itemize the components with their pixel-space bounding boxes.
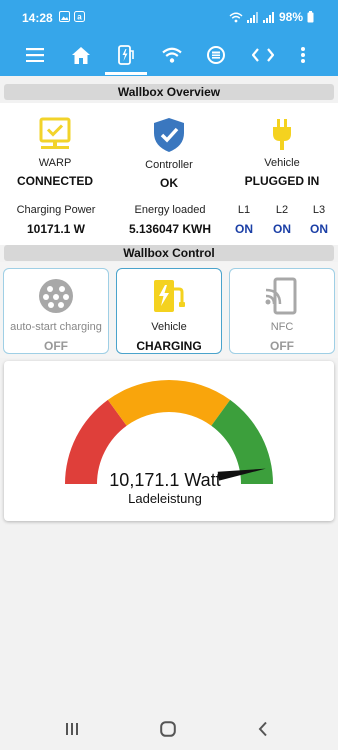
gauge-value: 10,171.1 Watt <box>109 470 221 490</box>
gauge-caption: Ladeleistung <box>128 491 202 506</box>
charging-power-gauge: 10,171.1 Watt Ladeleistung <box>4 361 334 521</box>
wifi-icon <box>162 47 182 63</box>
nfc-toggle[interactable]: NFC OFF <box>229 268 335 354</box>
phase-l1-label: L1 <box>237 204 251 216</box>
vehicle-label: Vehicle <box>264 157 300 169</box>
nfc-label: NFC <box>270 321 294 333</box>
overview-panel: WARP CONNECTED Controller OK Vehicle PLU… <box>0 103 338 245</box>
battery-icon <box>307 11 314 23</box>
gallery-notification-icon <box>59 11 70 22</box>
vehicle-control-value: CHARGING <box>136 339 202 353</box>
recent-apps-icon <box>66 723 78 735</box>
controller-label: Controller <box>145 159 193 171</box>
energy-loaded-label: Energy loaded <box>134 204 206 216</box>
svg-text:a: a <box>77 13 82 22</box>
vehicle-status: Vehicle PLUGGED IN <box>227 117 337 188</box>
signal-icon <box>246 11 258 23</box>
control-header: Wallbox Control <box>4 245 334 261</box>
charging-power: Charging Power 10171.1 W <box>10 204 102 236</box>
wallbox-icon <box>118 45 134 65</box>
phase-l1-value: ON <box>235 222 253 236</box>
battery-percent: 98% <box>278 10 303 24</box>
nfc-value: OFF <box>270 339 294 353</box>
warp-status: WARP CONNECTED <box>0 117 110 188</box>
charging-station-icon <box>154 280 185 312</box>
system-navigation-bar <box>0 706 338 750</box>
overview-header: Wallbox Overview <box>4 84 334 100</box>
nav-ethernet-button[interactable] <box>201 40 231 70</box>
status-time: 14:28 <box>22 11 53 25</box>
nav-wifi-button[interactable] <box>157 40 187 70</box>
nav-home-button[interactable] <box>66 40 96 70</box>
phase-l2-value: ON <box>273 222 291 236</box>
menu-icon <box>26 48 44 62</box>
nfc-phone-icon <box>265 277 297 315</box>
warp-label: WARP <box>38 157 72 169</box>
auto-start-charging-toggle[interactable]: auto-start charging OFF <box>3 268 109 354</box>
gauge-segment-mid <box>107 380 231 426</box>
nav-code-button[interactable] <box>248 40 278 70</box>
more-options-button[interactable] <box>288 40 318 70</box>
home-icon <box>72 46 90 64</box>
auto-start-label: auto-start charging <box>10 321 102 333</box>
plug-icon <box>273 119 291 150</box>
signal-icon-2 <box>262 11 274 23</box>
controller-status: Controller OK <box>114 117 224 190</box>
phase-l3-label: L3 <box>312 204 326 216</box>
controller-value: OK <box>160 176 178 190</box>
vehicle-control-label: Vehicle <box>151 321 187 333</box>
energy-loaded-value: 5.136047 KWH <box>128 222 212 236</box>
auto-start-value: OFF <box>44 339 68 353</box>
recent-apps-button[interactable] <box>59 716 85 742</box>
type2-connector-icon <box>39 279 73 313</box>
nav-wallbox-button[interactable] <box>111 40 141 70</box>
back-icon <box>258 721 267 737</box>
app-notification-icon: a <box>74 11 85 22</box>
vehicle-value: PLUGGED IN <box>244 174 320 188</box>
shield-check-icon <box>154 118 184 152</box>
phase-l2-label: L2 <box>275 204 289 216</box>
phase-l2: L2 ON <box>269 204 295 236</box>
charging-power-label: Charging Power <box>16 204 96 216</box>
code-icon <box>252 48 274 62</box>
back-button[interactable] <box>250 716 276 742</box>
vehicle-charging-toggle[interactable]: Vehicle CHARGING <box>116 268 222 354</box>
home-system-button[interactable] <box>155 716 181 742</box>
nav-active-indicator <box>105 72 147 75</box>
status-bar: 14:28 a 98% <box>0 0 338 34</box>
warp-monitor-icon <box>39 117 71 149</box>
charging-power-value: 10171.1 W <box>26 222 86 236</box>
app-nav-bar <box>0 34 338 76</box>
energy-loaded: Energy loaded 5.136047 KWH <box>120 204 220 236</box>
wifi-status-icon <box>229 12 243 22</box>
phase-l3: L3 ON <box>306 204 332 236</box>
phase-l1: L1 ON <box>231 204 257 236</box>
more-vert-icon <box>301 47 305 63</box>
phase-l3-value: ON <box>310 222 328 236</box>
control-panel: auto-start charging OFF Vehicle CHARGING… <box>0 262 338 358</box>
app-header: 14:28 a 98% <box>0 0 338 76</box>
ethernet-icon <box>207 46 225 64</box>
home-circle-icon <box>160 721 176 737</box>
menu-button[interactable] <box>20 40 50 70</box>
warp-value: CONNECTED <box>16 174 93 188</box>
